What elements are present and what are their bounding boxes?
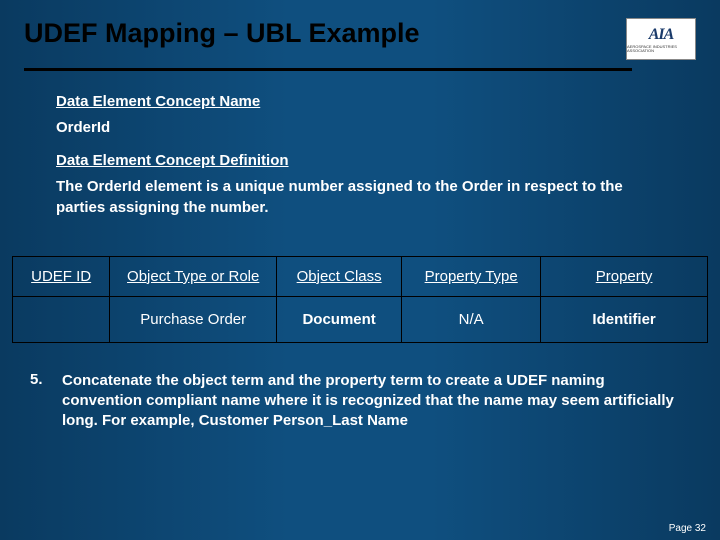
table-row: Purchase Order Document N/A Identifier (13, 296, 708, 342)
th-prop-type: Property Type (402, 256, 541, 296)
concept-definition-value: The OrderId element is a unique number a… (56, 177, 674, 218)
cell-obj-type: Purchase Order (110, 296, 277, 342)
page-number: Page 32 (669, 523, 706, 534)
th-prop: Property (541, 256, 708, 296)
cell-prop-type: N/A (402, 296, 541, 342)
cell-obj-class: Document (277, 296, 402, 342)
concept-name-heading: Data Element Concept Name (56, 93, 674, 110)
th-obj-type: Object Type or Role (110, 256, 277, 296)
aia-logo: AIA AEROSPACE INDUSTRIES ASSOCIATION (626, 18, 696, 60)
content-block: Data Element Concept Name OrderId Data E… (0, 71, 720, 218)
step-text: Concatenate the object term and the prop… (62, 371, 696, 432)
step-number: 5. (30, 371, 62, 432)
slide-header: UDEF Mapping – UBL Example AIA AEROSPACE… (0, 0, 720, 66)
th-udef-id: UDEF ID (13, 256, 110, 296)
th-obj-class: Object Class (277, 256, 402, 296)
concept-name-value: OrderId (56, 118, 674, 138)
step-item: 5. Concatenate the object term and the p… (0, 343, 720, 432)
table-header-row: UDEF ID Object Type or Role Object Class… (13, 256, 708, 296)
cell-prop: Identifier (541, 296, 708, 342)
mapping-table: UDEF ID Object Type or Role Object Class… (12, 256, 708, 343)
concept-definition-heading: Data Element Concept Definition (56, 152, 674, 169)
slide-title: UDEF Mapping – UBL Example (24, 18, 420, 49)
cell-udef-id (13, 296, 110, 342)
logo-text: AIA (649, 26, 674, 44)
mapping-table-wrap: UDEF ID Object Type or Role Object Class… (0, 232, 720, 343)
logo-subtext: AEROSPACE INDUSTRIES ASSOCIATION (627, 45, 695, 53)
